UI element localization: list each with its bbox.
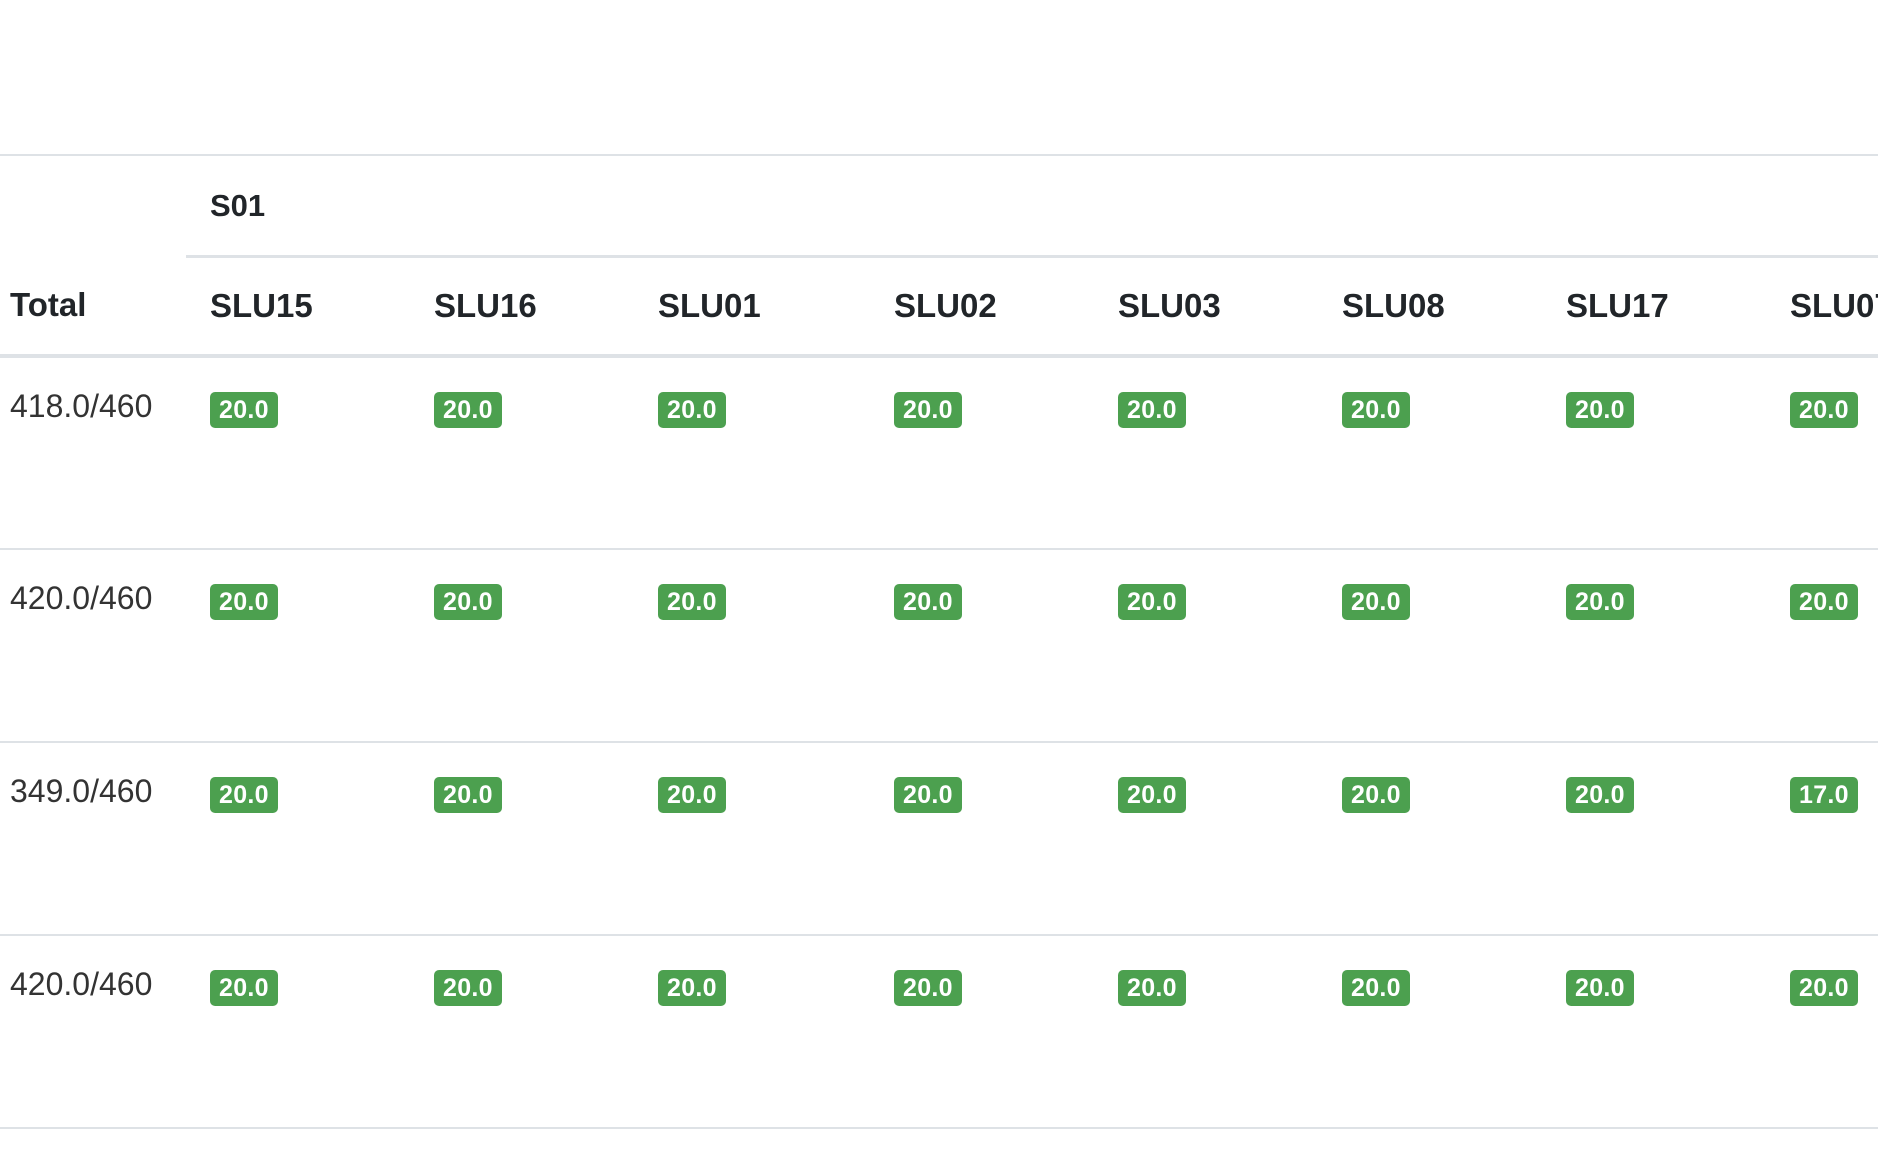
score-badge: 20.0 bbox=[1118, 392, 1186, 428]
column-header-slu16: SLU16 bbox=[410, 256, 634, 358]
score-cell: 20.0 bbox=[1318, 935, 1542, 1129]
score-cell: 20.0 bbox=[1542, 935, 1766, 1129]
score-badge: 20.0 bbox=[1566, 777, 1634, 813]
score-cell: 20.0 bbox=[1094, 356, 1318, 550]
score-badge: 20.0 bbox=[434, 970, 502, 1006]
score-badge: 17.0 bbox=[1790, 777, 1858, 813]
total-cell: 349.0/460 bbox=[0, 742, 186, 936]
score-badge: 20.0 bbox=[1790, 584, 1858, 620]
score-cell: 17.0 bbox=[1766, 742, 1878, 936]
score-badge: 20.0 bbox=[894, 970, 962, 1006]
score-badge: 20.0 bbox=[1118, 777, 1186, 813]
group-header-row: S01 bbox=[0, 154, 1878, 258]
score-badge: 20.0 bbox=[1342, 970, 1410, 1006]
column-header-slu07: SLU07 bbox=[1766, 256, 1878, 358]
table-row: 420.0/460 20.0 20.0 20.0 20.0 20.0 20.0 … bbox=[0, 935, 1878, 1129]
grades-table: S01 Total SLU15 SLU16 SLU01 SLU02 SLU03 … bbox=[0, 154, 1878, 1129]
score-badge: 20.0 bbox=[1118, 970, 1186, 1006]
score-badge: 20.0 bbox=[1566, 584, 1634, 620]
score-cell: 20.0 bbox=[1766, 935, 1878, 1129]
table-row: 418.0/460 20.0 20.0 20.0 20.0 20.0 20.0 … bbox=[0, 356, 1878, 550]
score-badge: 20.0 bbox=[210, 392, 278, 428]
score-cell: 20.0 bbox=[634, 356, 870, 550]
score-badge: 20.0 bbox=[1342, 392, 1410, 428]
score-cell: 20.0 bbox=[410, 549, 634, 743]
score-badge: 20.0 bbox=[210, 970, 278, 1006]
total-cell: 420.0/460 bbox=[0, 935, 186, 1129]
column-header-slu02: SLU02 bbox=[870, 256, 1094, 358]
score-cell: 20.0 bbox=[870, 935, 1094, 1129]
total-cell: 420.0/460 bbox=[0, 549, 186, 743]
score-badge: 20.0 bbox=[1566, 970, 1634, 1006]
total-column-header: Total bbox=[0, 256, 186, 358]
score-cell: 20.0 bbox=[1542, 356, 1766, 550]
score-badge: 20.0 bbox=[1118, 584, 1186, 620]
total-cell: 418.0/460 bbox=[0, 356, 186, 550]
score-cell: 20.0 bbox=[634, 935, 870, 1129]
corner-cell bbox=[0, 154, 186, 257]
score-cell: 20.0 bbox=[1094, 742, 1318, 936]
column-header-row: Total SLU15 SLU16 SLU01 SLU02 SLU03 SLU0… bbox=[0, 256, 1878, 358]
score-cell: 20.0 bbox=[1094, 549, 1318, 743]
score-badge: 20.0 bbox=[434, 392, 502, 428]
grades-table-container: S01 Total SLU15 SLU16 SLU01 SLU02 SLU03 … bbox=[0, 154, 1878, 1129]
score-cell: 20.0 bbox=[410, 356, 634, 550]
column-header-slu08: SLU08 bbox=[1318, 256, 1542, 358]
score-cell: 20.0 bbox=[1766, 549, 1878, 743]
column-header-slu15: SLU15 bbox=[186, 256, 410, 358]
score-cell: 20.0 bbox=[186, 356, 410, 550]
score-cell: 20.0 bbox=[410, 935, 634, 1129]
score-badge: 20.0 bbox=[1566, 392, 1634, 428]
score-badge: 20.0 bbox=[1790, 970, 1858, 1006]
score-badge: 20.0 bbox=[658, 777, 726, 813]
score-cell: 20.0 bbox=[1094, 935, 1318, 1129]
table-row: 420.0/460 20.0 20.0 20.0 20.0 20.0 20.0 … bbox=[0, 549, 1878, 743]
score-badge: 20.0 bbox=[434, 777, 502, 813]
score-cell: 20.0 bbox=[870, 549, 1094, 743]
column-header-slu03: SLU03 bbox=[1094, 256, 1318, 358]
score-badge: 20.0 bbox=[1342, 777, 1410, 813]
score-badge: 20.0 bbox=[658, 970, 726, 1006]
score-badge: 20.0 bbox=[210, 584, 278, 620]
score-cell: 20.0 bbox=[634, 742, 870, 936]
score-cell: 20.0 bbox=[1542, 549, 1766, 743]
score-badge: 20.0 bbox=[658, 584, 726, 620]
score-badge: 20.0 bbox=[210, 777, 278, 813]
score-cell: 20.0 bbox=[634, 549, 870, 743]
score-cell: 20.0 bbox=[186, 935, 410, 1129]
score-badge: 20.0 bbox=[1342, 584, 1410, 620]
score-badge: 20.0 bbox=[434, 584, 502, 620]
score-cell: 20.0 bbox=[870, 356, 1094, 550]
score-cell: 20.0 bbox=[410, 742, 634, 936]
score-cell: 20.0 bbox=[186, 742, 410, 936]
score-cell: 20.0 bbox=[1318, 356, 1542, 550]
column-header-slu17: SLU17 bbox=[1542, 256, 1766, 358]
score-cell: 20.0 bbox=[186, 549, 410, 743]
score-badge: 20.0 bbox=[894, 392, 962, 428]
score-cell: 20.0 bbox=[870, 742, 1094, 936]
score-badge: 20.0 bbox=[1790, 392, 1858, 428]
score-badge: 20.0 bbox=[894, 777, 962, 813]
score-cell: 20.0 bbox=[1318, 742, 1542, 936]
score-badge: 20.0 bbox=[894, 584, 962, 620]
table-row: 349.0/460 20.0 20.0 20.0 20.0 20.0 20.0 … bbox=[0, 742, 1878, 936]
score-cell: 20.0 bbox=[1318, 549, 1542, 743]
score-badge: 20.0 bbox=[658, 392, 726, 428]
column-header-slu01: SLU01 bbox=[634, 256, 870, 358]
group-label: S01 bbox=[186, 154, 1878, 258]
score-cell: 20.0 bbox=[1766, 356, 1878, 550]
score-cell: 20.0 bbox=[1542, 742, 1766, 936]
